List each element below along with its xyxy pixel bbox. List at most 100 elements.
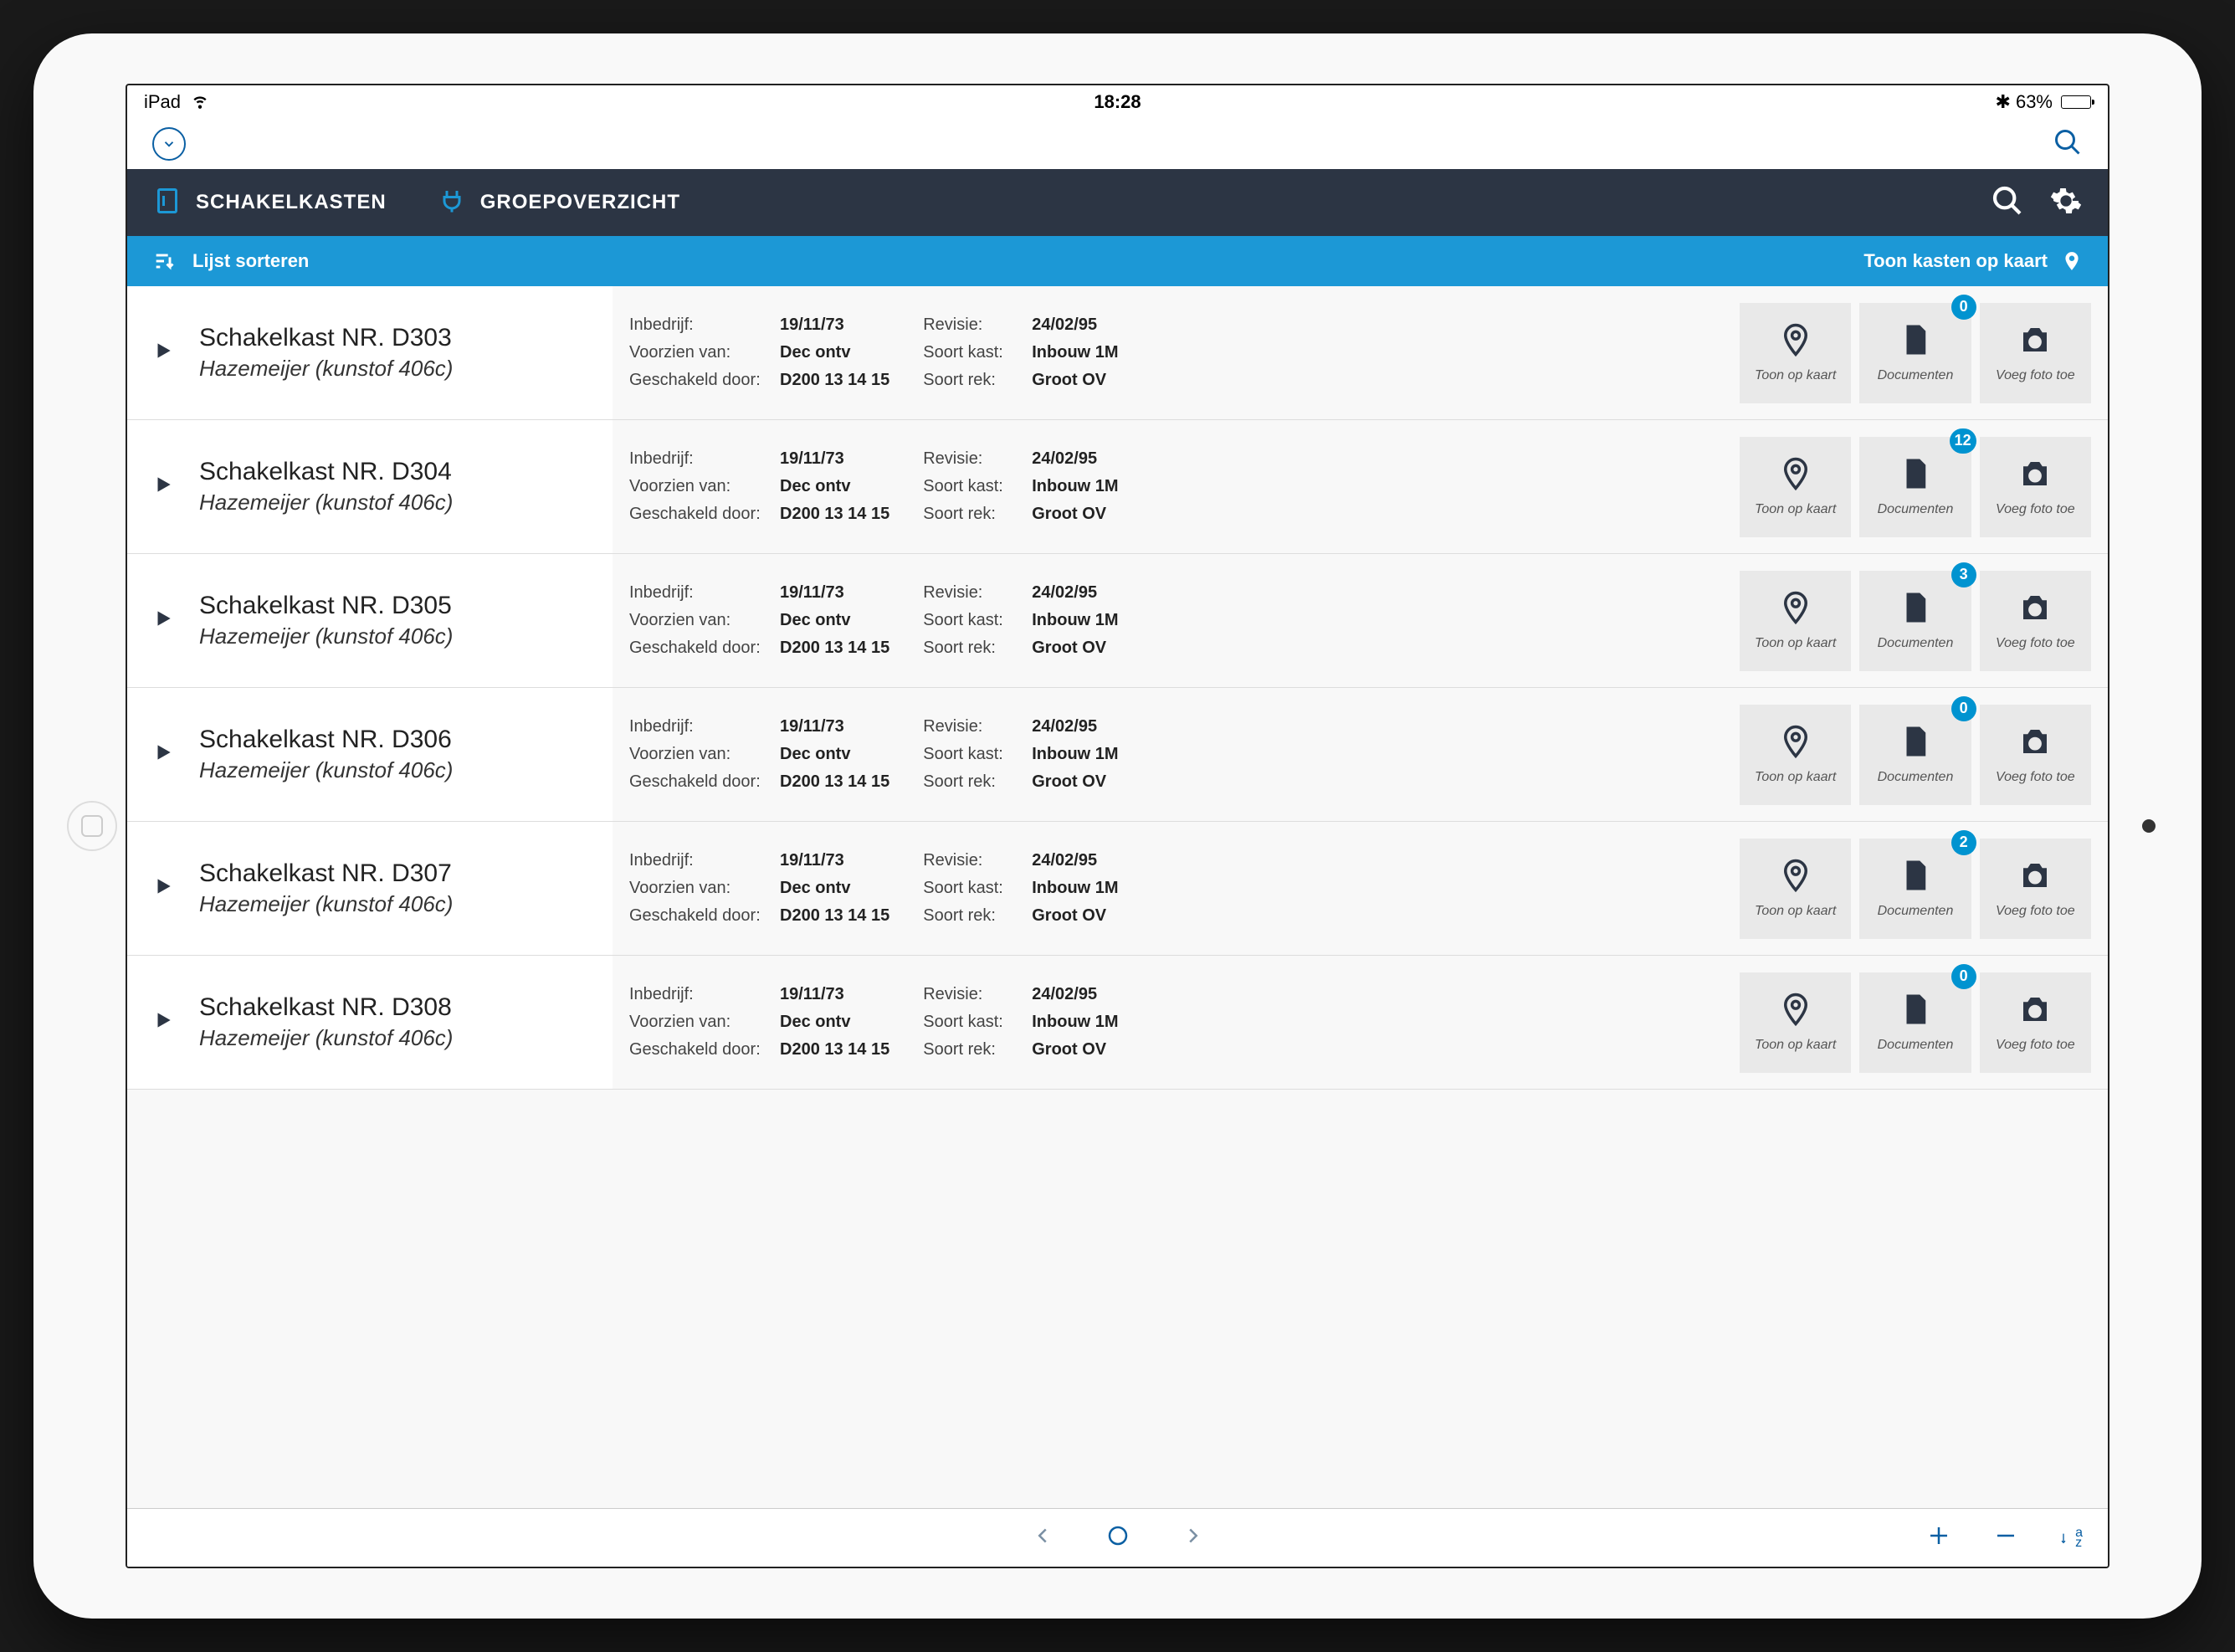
row-actions: Toon op kaart 3 Documenten Voeg foto toe <box>1740 554 2108 687</box>
row-title: Schakelkast NR. D304 <box>199 458 453 486</box>
field-value: 19/11/73 <box>780 717 844 736</box>
expand-button[interactable] <box>152 608 174 634</box>
remove-button[interactable] <box>1993 1523 2018 1552</box>
dropdown-button[interactable] <box>152 127 186 161</box>
sort-button[interactable]: Lijst sorteren <box>152 249 638 273</box>
table-row: Schakelkast NR. D304 Hazemeijer (kunstof… <box>127 420 2108 554</box>
device-label: iPad <box>144 91 181 113</box>
action-label: Documenten <box>1878 904 1954 919</box>
add-photo-button[interactable]: Voeg foto toe <box>1980 571 2091 671</box>
expand-button[interactable] <box>152 474 174 500</box>
refresh-button[interactable] <box>1105 1523 1130 1552</box>
field-label: Geschakeld door: <box>629 505 771 524</box>
clock: 18:28 <box>311 91 1924 113</box>
field-value: 24/02/95 <box>1032 449 1097 469</box>
row-header: Schakelkast NR. D303 Hazemeijer (kunstof… <box>127 286 613 419</box>
table-row: Schakelkast NR. D305 Hazemeijer (kunstof… <box>127 554 2108 688</box>
settings-button[interactable] <box>2049 184 2083 222</box>
show-on-map-button[interactable]: Toon op kaart <box>1740 839 1851 939</box>
row-header: Schakelkast NR. D305 Hazemeijer (kunstof… <box>127 554 613 687</box>
field-label: Inbedrijf: <box>629 851 771 870</box>
camera-icon <box>2017 992 2053 1031</box>
documents-button[interactable]: 0 Documenten <box>1859 705 1971 805</box>
pin-icon <box>1778 590 1813 629</box>
wifi-icon <box>189 89 211 115</box>
expand-button[interactable] <box>152 1009 174 1035</box>
add-photo-button[interactable]: Voeg foto toe <box>1980 437 2091 537</box>
field-value: Groot OV <box>1032 505 1106 524</box>
expand-button[interactable] <box>152 340 174 366</box>
action-label: Voeg foto toe <box>1996 770 2075 785</box>
add-button[interactable] <box>1926 1523 1951 1552</box>
show-on-map-button[interactable]: Toon kasten op kaart <box>1863 249 2083 274</box>
abc-sort-button[interactable]: az <box>2060 1528 2083 1548</box>
row-title: Schakelkast NR. D308 <box>199 993 453 1022</box>
field-label: Soort kast: <box>923 343 1023 362</box>
docs-badge: 0 <box>1951 295 1976 320</box>
field-value: Dec ontv <box>780 879 850 898</box>
field-value: Groot OV <box>1032 772 1106 792</box>
search-button-top[interactable] <box>2053 127 2083 162</box>
show-on-map-button[interactable]: Toon op kaart <box>1740 705 1851 805</box>
show-on-map-button[interactable]: Toon op kaart <box>1740 303 1851 403</box>
documents-button[interactable]: 0 Documenten <box>1859 303 1971 403</box>
field-label: Voorzien van: <box>629 611 771 630</box>
map-label: Toon kasten op kaart <box>1863 250 2048 272</box>
list-container[interactable]: Schakelkast NR. D303 Hazemeijer (kunstof… <box>127 286 2108 1508</box>
field-label: Soort kast: <box>923 879 1023 898</box>
field-label: Geschakeld door: <box>629 639 771 658</box>
field-label: Voorzien van: <box>629 745 771 764</box>
table-row: Schakelkast NR. D307 Hazemeijer (kunstof… <box>127 822 2108 956</box>
field-value: Dec ontv <box>780 1013 850 1032</box>
expand-button[interactable] <box>152 875 174 901</box>
row-subtitle: Hazemeijer (kunstof 406c) <box>199 490 453 516</box>
field-label: Revisie: <box>923 449 1023 469</box>
row-details: Inbedrijf:19/11/73 Voorzien van:Dec ontv… <box>613 554 1740 687</box>
field-value: Groot OV <box>1032 639 1106 658</box>
add-photo-button[interactable]: Voeg foto toe <box>1980 303 2091 403</box>
add-photo-button[interactable]: Voeg foto toe <box>1980 839 2091 939</box>
pin-icon <box>1778 858 1813 897</box>
action-label: Voeg foto toe <box>1996 1038 2075 1053</box>
field-value: D200 13 14 15 <box>780 1040 889 1059</box>
forward-button[interactable] <box>1181 1523 1206 1552</box>
field-value: Groot OV <box>1032 906 1106 926</box>
show-on-map-button[interactable]: Toon op kaart <box>1740 972 1851 1073</box>
bottom-bar: az <box>127 1508 2108 1567</box>
field-label: Voorzien van: <box>629 879 771 898</box>
pin-icon <box>1778 992 1813 1031</box>
field-value: D200 13 14 15 <box>780 371 889 390</box>
field-value: Dec ontv <box>780 745 850 764</box>
documents-button[interactable]: 12 Documenten <box>1859 437 1971 537</box>
row-subtitle: Hazemeijer (kunstof 406c) <box>199 891 453 917</box>
action-label: Documenten <box>1878 636 1954 651</box>
back-button[interactable] <box>1030 1523 1055 1552</box>
documents-button[interactable]: 3 Documenten <box>1859 571 1971 671</box>
search-button-nav[interactable] <box>1991 184 2024 222</box>
field-value: D200 13 14 15 <box>780 639 889 658</box>
add-photo-button[interactable]: Voeg foto toe <box>1980 705 2091 805</box>
cabinet-icon <box>152 186 182 220</box>
ipad-frame: iPad 18:28 ✱ 63% <box>33 33 2202 1619</box>
row-details: Inbedrijf:19/11/73 Voorzien van:Dec ontv… <box>613 688 1740 821</box>
table-row: Schakelkast NR. D306 Hazemeijer (kunstof… <box>127 688 2108 822</box>
field-value: Inbouw 1M <box>1032 1013 1118 1032</box>
documents-button[interactable]: 2 Documenten <box>1859 839 1971 939</box>
show-on-map-button[interactable]: Toon op kaart <box>1740 437 1851 537</box>
action-label: Toon op kaart <box>1755 502 1836 517</box>
home-button[interactable] <box>67 801 117 851</box>
row-actions: Toon op kaart 0 Documenten Voeg foto toe <box>1740 286 2108 419</box>
camera-icon <box>2017 724 2053 763</box>
add-photo-button[interactable]: Voeg foto toe <box>1980 972 2091 1073</box>
documents-button[interactable]: 0 Documenten <box>1859 972 1971 1073</box>
tab-groepoverzicht[interactable]: GROEPOVERZICHT <box>437 186 680 220</box>
screen: iPad 18:28 ✱ 63% <box>126 84 2109 1568</box>
expand-button[interactable] <box>152 741 174 767</box>
field-label: Voorzien van: <box>629 1013 771 1032</box>
show-on-map-button[interactable]: Toon op kaart <box>1740 571 1851 671</box>
row-subtitle: Hazemeijer (kunstof 406c) <box>199 757 453 783</box>
tab-schakelkasten[interactable]: SCHAKELKASTEN <box>152 186 387 220</box>
field-label: Inbedrijf: <box>629 316 771 335</box>
field-label: Soort rek: <box>923 371 1023 390</box>
action-label: Toon op kaart <box>1755 368 1836 383</box>
